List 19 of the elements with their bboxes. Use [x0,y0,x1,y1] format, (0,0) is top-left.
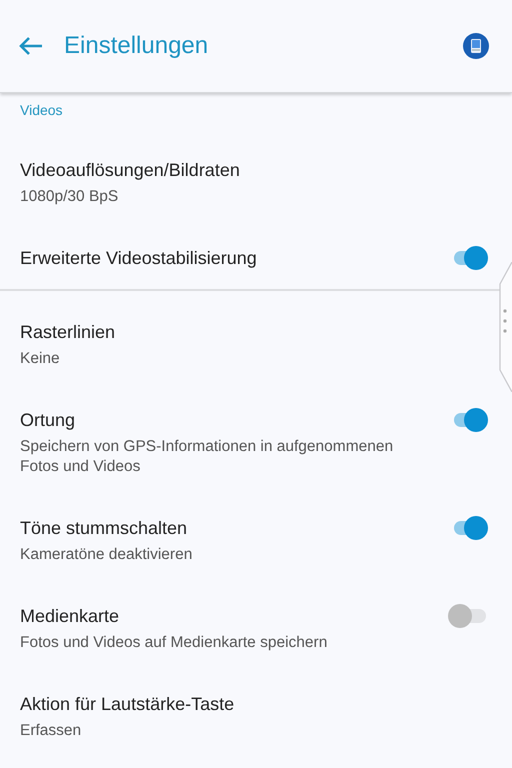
memory-card-icon[interactable] [462,32,490,60]
side-panel-handle-icon[interactable] [498,262,512,392]
screen-title: Einstellungen [64,32,210,60]
setting-title[interactable]: Ortung [20,407,436,433]
section-header: Videos [19,101,64,120]
setting-description: Speichern von GPS-Informationen in aufgenommenen Fotos und Videos [20,437,394,477]
setting-description: Keine [20,349,61,369]
setting-title[interactable]: Töne stummschalten [20,515,436,541]
setting-description: Erfassen [20,721,82,741]
setting-title[interactable]: Erweiterte Videostabilisierung [20,245,436,271]
setting-title[interactable]: Rasterlinien [20,319,488,345]
toggle-switch[interactable] [448,603,488,629]
setting-title[interactable]: Aktion für Lautstärke-Taste [20,691,488,717]
setting-description: 1080p/30 BpS [20,187,120,207]
setting-description: Fotos und Videos auf Medienkarte speichern [20,633,328,653]
setting-title[interactable]: Videoauflösungen/Bildraten [20,157,488,183]
setting-description: Kameratöne deaktivieren [20,545,194,565]
back-arrow-icon[interactable] [18,36,44,56]
setting-title[interactable]: Medienkarte [20,603,436,629]
